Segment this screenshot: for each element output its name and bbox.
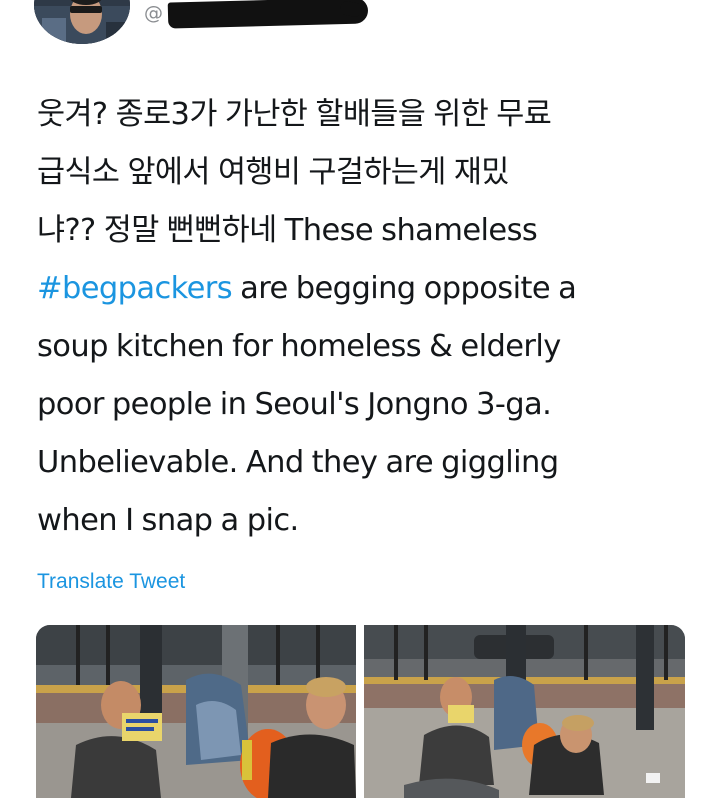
tweet-line: Unbelievable. And they are giggling	[37, 445, 559, 480]
street-photo	[36, 625, 356, 798]
street-photo	[364, 625, 685, 798]
translate-tweet-link[interactable]: Translate Tweet	[37, 570, 185, 594]
avatar-photo	[34, 0, 130, 44]
tweet-line: soup kitchen for homeless & elderly	[37, 329, 561, 364]
avatar[interactable]	[34, 0, 130, 44]
media-photo-left[interactable]	[36, 625, 356, 798]
hashtag-link[interactable]: #begpackers	[37, 271, 233, 306]
tweet-line: #begpackers are begging opposite a	[37, 260, 697, 318]
tweet-line-text: are begging opposite a	[240, 271, 577, 306]
tweet-line: poor people in Seoul's Jongno 3-ga.	[37, 387, 552, 422]
tweet-line: when I snap a pic.	[37, 503, 299, 538]
tweet-line: 웃겨? 종로3가 가난한 할배들을 위한 무료	[37, 97, 552, 132]
redacted-username	[167, 0, 369, 29]
tweet-line: 급식소 앞에서 여행비 구걸하는게 재밌	[37, 155, 509, 190]
media-photo-right[interactable]	[364, 625, 685, 798]
tweet-body: 웃겨? 종로3가 가난한 할배들을 위한 무료 급식소 앞에서 여행비 구걸하는…	[37, 86, 697, 550]
author-handle[interactable]: @	[144, 2, 164, 24]
tweet-line: 냐?? 정말 뻔뻔하네 These shameless	[37, 213, 538, 248]
